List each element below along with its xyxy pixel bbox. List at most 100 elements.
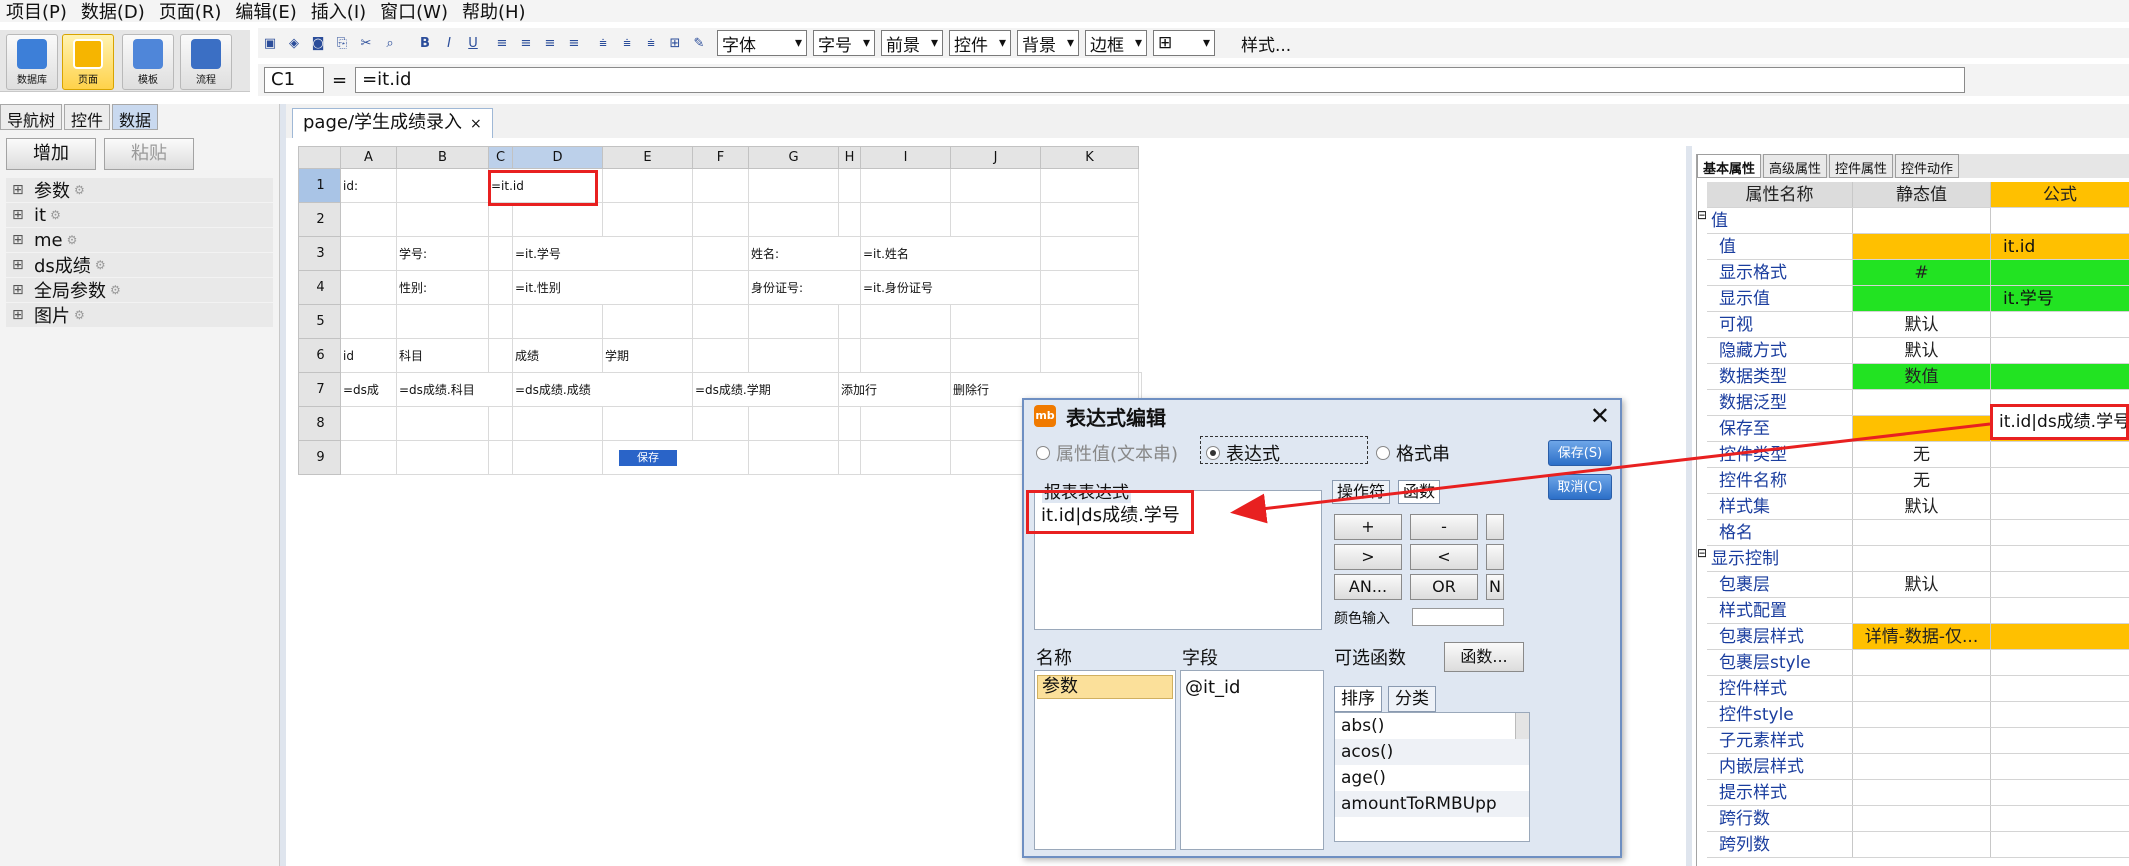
tab-category[interactable]: 分类 [1388, 686, 1436, 712]
cell[interactable] [748, 338, 839, 373]
tab-sort[interactable]: 排序 [1334, 686, 1382, 712]
name-list[interactable]: 参数 [1034, 670, 1176, 850]
field-list[interactable]: @it_id [1180, 670, 1324, 850]
tree-item-params[interactable]: ⊞ 参数 ⚙ [6, 178, 273, 202]
cell[interactable] [512, 440, 603, 475]
property-static-value[interactable]: 无 [1853, 468, 1991, 493]
expand-icon[interactable]: ⊞ [12, 282, 26, 298]
tab-nav-tree[interactable]: 导航树 [0, 104, 63, 130]
row-header[interactable]: 9 [298, 440, 341, 475]
property-static-value[interactable]: 数值 [1853, 364, 1991, 389]
menu-help[interactable]: 帮助(H) [462, 0, 526, 24]
op-plus-button[interactable]: + [1334, 514, 1402, 540]
page-button[interactable]: 页面 [62, 34, 114, 90]
find-icon[interactable]: ⌕ [381, 34, 399, 52]
cell[interactable] [396, 304, 489, 339]
row-header[interactable]: 3 [298, 236, 341, 271]
merge-icon[interactable]: ⊞ [666, 34, 684, 52]
property-formula-value[interactable] [1991, 572, 2129, 597]
cell-b4[interactable]: 性别: [396, 270, 489, 305]
cell-a1[interactable]: id: [340, 168, 397, 203]
property-row[interactable]: 格名 [1707, 520, 2129, 546]
cell[interactable] [838, 202, 861, 237]
functions-button[interactable]: 函数... [1444, 642, 1524, 672]
property-row[interactable]: 样式集 默认 [1707, 494, 2129, 520]
property-formula-value[interactable] [1991, 468, 2129, 493]
col-header[interactable]: F [692, 146, 749, 169]
save-to-formula-callout[interactable]: it.id|ds成绩.学号 [1990, 404, 2129, 440]
property-static-value[interactable] [1853, 520, 1991, 545]
cell-e6[interactable]: 学期 [602, 338, 693, 373]
expand-icon[interactable]: ⊞ [12, 257, 26, 273]
cell-b7[interactable]: =ds成绩.科目 [396, 372, 513, 407]
row-header[interactable]: 8 [298, 406, 341, 441]
property-row[interactable]: 包裹层style [1707, 650, 2129, 676]
property-static-value[interactable] [1853, 208, 1991, 233]
property-formula-value[interactable] [1991, 780, 2129, 805]
expand-icon[interactable]: ⊞ [12, 232, 26, 248]
cell[interactable] [692, 304, 749, 339]
cell-d3[interactable]: =it.学号 [512, 236, 693, 271]
tab-operators[interactable]: 操作符 [1332, 480, 1391, 504]
cell-e9[interactable]: 保存 [602, 440, 749, 475]
underline-icon[interactable]: U [464, 34, 482, 52]
cell-a6[interactable]: id [340, 338, 397, 373]
cell[interactable] [838, 406, 861, 441]
cell[interactable] [748, 202, 839, 237]
property-static-value[interactable] [1853, 806, 1991, 831]
property-formula-value[interactable] [1991, 702, 2129, 727]
cell[interactable] [340, 440, 397, 475]
tab-advanced-props[interactable]: 高级属性 [1763, 154, 1828, 178]
cell[interactable] [488, 304, 513, 339]
col-header[interactable]: A [340, 146, 397, 169]
property-static-value[interactable]: 详情-数据-仅... [1853, 624, 1991, 649]
size-select[interactable]: 字号 ▾ [813, 30, 875, 56]
font-select[interactable]: 字体 ▾ [717, 30, 807, 56]
property-static-value[interactable] [1853, 754, 1991, 779]
cell[interactable] [748, 406, 839, 441]
fore-select[interactable]: 前景 ▾ [881, 30, 943, 56]
row-header[interactable]: 4 [298, 270, 341, 305]
cell-i1[interactable] [860, 168, 951, 203]
row-header[interactable]: 1 [298, 168, 341, 203]
col-header[interactable]: I [860, 146, 951, 169]
cell[interactable] [1040, 270, 1139, 305]
property-formula-value[interactable] [1991, 546, 2129, 571]
property-row[interactable]: 跨行数 [1707, 806, 2129, 832]
property-row[interactable]: 显示格式 # [1707, 260, 2129, 286]
property-formula-value[interactable] [1991, 832, 2129, 857]
property-formula-value[interactable] [1991, 624, 2129, 649]
property-formula-value[interactable] [1991, 728, 2129, 753]
cell[interactable] [860, 406, 951, 441]
cell[interactable] [602, 304, 693, 339]
align-right-icon[interactable]: ≡ [541, 34, 559, 52]
flow-button[interactable]: 流程 [180, 34, 232, 90]
cell-b6[interactable]: 科目 [396, 338, 489, 373]
style-link[interactable]: 样式... [1241, 31, 1291, 56]
dialog-save-button[interactable]: 保存(S) [1548, 440, 1612, 466]
row-header[interactable]: 7 [298, 372, 341, 407]
close-icon[interactable]: × [470, 116, 482, 132]
tab-control-props[interactable]: 控件属性 [1829, 154, 1894, 178]
property-formula-value[interactable] [1991, 260, 2129, 285]
function-list[interactable]: abs() acos() age() amountToRMBUpp [1334, 712, 1530, 842]
right-splitter[interactable] [1686, 146, 1692, 866]
property-formula-value[interactable]: it.id [1991, 234, 2129, 259]
control-select[interactable]: 控件 ▾ [949, 30, 1011, 56]
radio-text-value[interactable]: 属性值(文本串) [1036, 440, 1178, 466]
property-row[interactable]: 样式配置 [1707, 598, 2129, 624]
valign-bottom-icon[interactable]: ⩧ [642, 34, 660, 52]
preview-icon[interactable]: ◙ [309, 34, 327, 52]
property-row[interactable]: 提示样式 [1707, 780, 2129, 806]
tree-item-images[interactable]: ⊞ 图片 ⚙ [6, 303, 273, 327]
op-more-button[interactable] [1486, 514, 1504, 540]
collapse-icon[interactable]: ⊟ [1697, 546, 1707, 560]
cell[interactable] [1040, 236, 1139, 271]
menu-insert[interactable]: 插入(I) [311, 0, 366, 24]
cell-g7[interactable]: 添加行 [838, 372, 951, 407]
database-button[interactable]: 数据库 [6, 34, 58, 90]
property-static-value[interactable]: 默认 [1853, 572, 1991, 597]
op-more-button[interactable] [1486, 544, 1504, 570]
cell[interactable] [488, 406, 513, 441]
tab-basic-props[interactable]: 基本属性 [1697, 154, 1762, 178]
